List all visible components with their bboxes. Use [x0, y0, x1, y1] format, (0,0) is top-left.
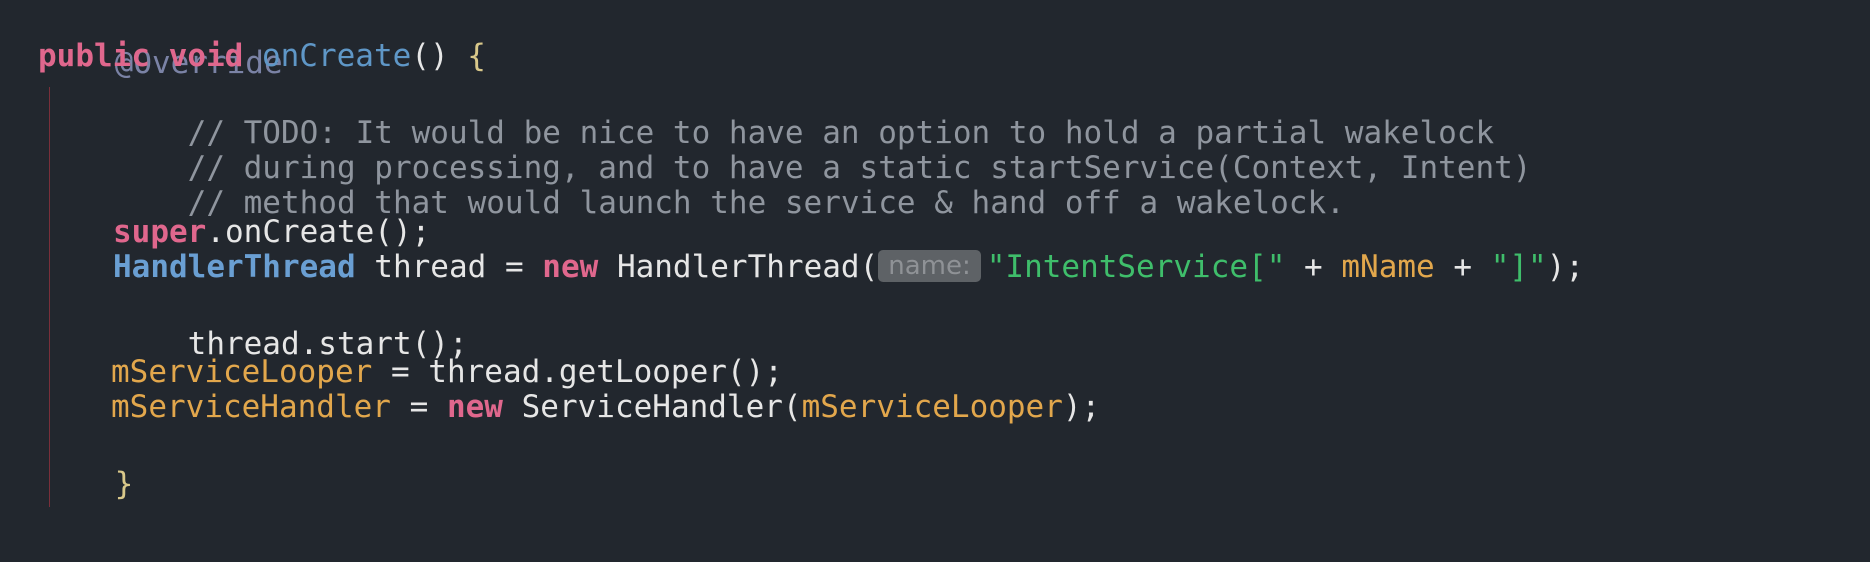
looper-assign: = thread.getLooper(); — [372, 354, 783, 390]
string-literal: "IntentService[" — [986, 249, 1286, 285]
method-name: onCreate — [261, 38, 412, 74]
handler-assign: = — [390, 389, 447, 425]
close-brace: } — [114, 466, 134, 502]
servicehandler-ctor: ServiceHandler( — [502, 389, 802, 425]
keyword-void: void — [168, 38, 244, 74]
code-line-5: // method that would launch the service … — [113, 140, 1345, 221]
statement-end: ); — [1062, 389, 1101, 425]
super-call: .onCreate(); — [206, 214, 431, 250]
string-literal: "]" — [1490, 249, 1547, 285]
code-line-9: thread.start(); — [113, 281, 468, 362]
parameter-hint: name: — [878, 250, 981, 282]
method-parens: () — [411, 38, 468, 74]
keyword-new: new — [542, 249, 599, 285]
open-brace: { — [467, 38, 486, 74]
keyword-new: new — [446, 389, 503, 425]
field-mservicelooper-arg: mServiceLooper — [801, 389, 1063, 425]
field-mservicehandler: mServiceHandler — [111, 389, 391, 425]
thread-decl: thread = — [355, 249, 543, 285]
keyword-super: super — [113, 214, 207, 250]
field-mname: mName — [1341, 249, 1435, 285]
handlerthread-ctor: HandlerThread( — [598, 249, 879, 285]
code-line-12: mServiceHandler = new ServiceHandler(mSe… — [111, 386, 1100, 428]
code-line-13: } — [40, 421, 134, 502]
plus-operator: + — [1285, 249, 1342, 285]
statement-end: ); — [1546, 249, 1585, 285]
code-editor[interactable]: @Override public void onCreate() { // TO… — [0, 0, 1870, 562]
type-handlerthread: HandlerThread — [113, 249, 356, 285]
keyword-public: public — [38, 38, 150, 74]
plus-operator: + — [1434, 249, 1491, 285]
field-mservicelooper: mServiceLooper — [111, 354, 373, 390]
